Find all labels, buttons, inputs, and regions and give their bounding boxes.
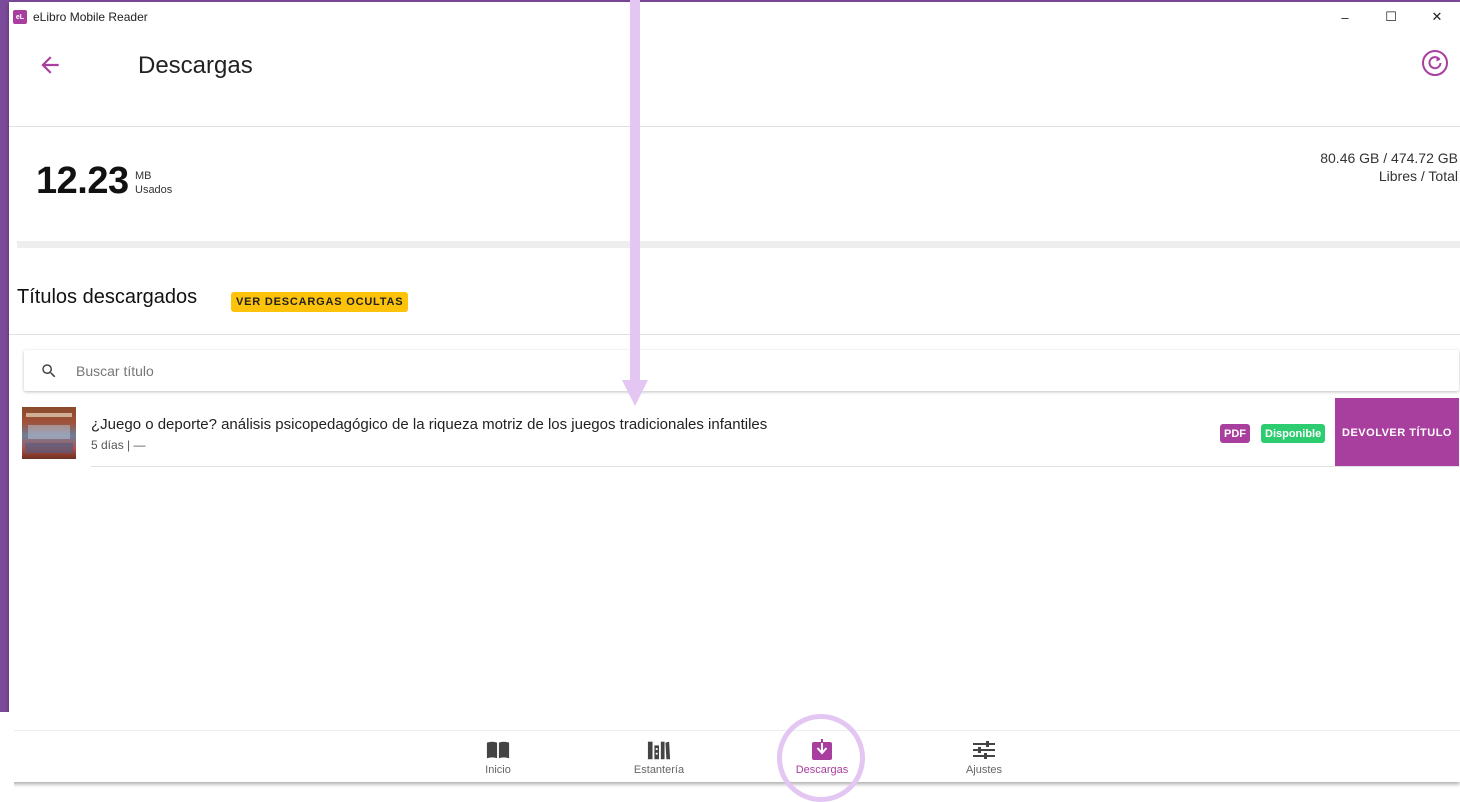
nav-item-inicio[interactable]: Inicio [448,731,548,783]
book-open-icon [486,739,510,761]
nav-item-estanteria[interactable]: Estantería [609,731,709,783]
row-divider [91,466,1460,467]
refresh-icon [1422,50,1448,76]
desktop-background-bottom [0,712,14,802]
page-title: Descargas [138,52,253,79]
search-input[interactable] [76,362,1376,379]
minimize-button[interactable]: – [1322,2,1368,32]
bookshelf-icon [647,739,671,761]
app-title: eLibro Mobile Reader [33,10,148,24]
annotation-arrow-shaft [630,0,640,382]
return-title-button[interactable]: DEVOLVER TÍTULO [1335,398,1459,467]
list-item[interactable]: ¿Juego o deporte? análisis psicopedagógi… [9,398,1460,467]
book-meta: 5 días | — [91,438,146,452]
free-total-label: Libres / Total [1378,168,1458,184]
sliders-icon [972,739,996,761]
status-badge: Disponible [1261,424,1326,443]
format-badge: PDF [1220,424,1250,443]
page-header: Descargas [9,32,1460,127]
nav-label: Inicio [485,763,511,776]
nav-label: Ajustes [965,763,1003,776]
used-storage-label: Usados [135,184,173,196]
used-storage-value: 12.23 [36,160,129,202]
show-hidden-downloads-button[interactable]: VER DESCARGAS OCULTAS [231,292,409,312]
app-logo: eL [13,10,27,24]
app-window: eL eLibro Mobile Reader – ☐ ✕ Descargas … [9,2,1460,782]
book-title[interactable]: ¿Juego o deporte? análisis psicopedagógi… [91,416,767,433]
annotation-arrow-head [622,380,648,406]
close-button[interactable]: ✕ [1414,2,1460,32]
book-cover-image [22,407,76,459]
storage-summary: 12.23 MB Usados 80.46 GB / 474.72 GB Lib… [9,128,1460,242]
desktop-background [0,0,9,802]
search-icon [42,363,56,377]
used-storage-unit: MB [135,170,152,182]
section-title: Títulos descargados [17,286,198,308]
search-bar [24,350,1459,391]
annotation-highlight-ring [777,714,865,802]
refresh-button[interactable] [1420,48,1450,78]
downloads-section-header: Títulos descargados VER DESCARGAS OCULTA… [9,248,1460,335]
nav-item-ajustes[interactable]: Ajustes [934,731,1034,783]
free-total-value: 80.46 GB / 474.72 GB [1320,150,1458,166]
arrow-left-icon [41,56,59,74]
window-controls: – ☐ ✕ [1322,2,1460,32]
maximize-button[interactable]: ☐ [1368,2,1414,32]
nav-label: Estantería [633,763,685,776]
back-button[interactable] [35,50,65,80]
title-bar: eL eLibro Mobile Reader – ☐ ✕ [9,2,1460,32]
section-divider [17,241,1460,248]
bottom-navigation: Inicio Estantería Descargas Ajustes [9,730,1460,782]
